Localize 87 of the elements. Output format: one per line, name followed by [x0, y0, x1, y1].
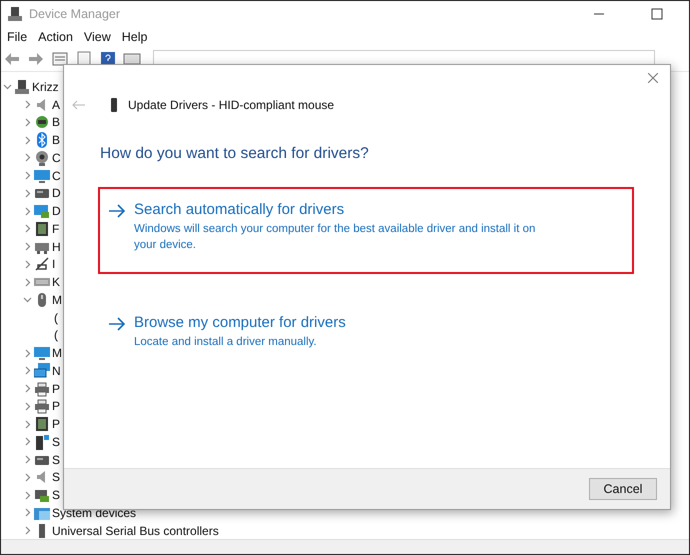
tree-item[interactable]: M [52, 346, 62, 360]
back-icon[interactable] [3, 51, 21, 67]
expander-icon[interactable] [23, 278, 32, 287]
tree-item[interactable]: ( [54, 310, 58, 325]
back-arrow-icon[interactable] [72, 100, 86, 110]
webcam-icon [34, 150, 50, 166]
chip-icon [34, 220, 50, 237]
network-icon [34, 362, 50, 379]
tree-item[interactable]: A [52, 98, 60, 112]
expander-icon[interactable] [23, 171, 32, 180]
tree-item[interactable]: ( [54, 328, 58, 342]
tree-item[interactable]: N [52, 364, 61, 378]
expander-icon[interactable] [23, 188, 32, 198]
expander-icon[interactable] [23, 366, 32, 376]
maximize-icon[interactable] [651, 8, 663, 20]
cancel-button[interactable]: Cancel [589, 478, 657, 500]
tree-item[interactable]: Krizz [32, 80, 59, 94]
menu-item[interactable]: Help [118, 30, 154, 44]
display-adapter-icon [34, 203, 50, 220]
bluetooth-icon [34, 132, 50, 148]
driver-option[interactable]: Browse my computer for drivers Locate and install a driver manually. [98, 300, 634, 364]
driver-option[interactable]: Search automatically for drivers Windows will search your computer for the best available driver and install it on your device. [98, 187, 634, 274]
close-icon[interactable] [648, 73, 658, 83]
expander-icon[interactable] [23, 224, 32, 234]
option-description: Locate and install a driver manually. [134, 335, 318, 350]
tree-item[interactable]: K [52, 275, 60, 290]
forward-icon[interactable] [27, 51, 45, 67]
tree-item[interactable]: I [52, 257, 56, 272]
tree-item[interactable]: S [52, 488, 60, 502]
dialog-heading: How do you want to search for drivers? [100, 145, 370, 163]
expander-icon[interactable] [3, 82, 12, 92]
computer-icon [7, 6, 23, 22]
expander-icon[interactable] [23, 295, 32, 304]
tower-icon [34, 434, 50, 450]
expander-icon[interactable] [23, 508, 32, 518]
expander-icon[interactable] [23, 100, 32, 110]
window-title: Device Manager [29, 7, 122, 21]
printer-icon [34, 380, 50, 397]
printer-icon [34, 398, 50, 414]
expander-icon[interactable] [23, 455, 32, 464]
arrow-icon [108, 204, 126, 218]
chip-icon [34, 416, 50, 432]
tree-item[interactable]: P [52, 399, 60, 414]
monitor-icon [34, 345, 50, 362]
device-icon [108, 98, 120, 112]
tree-item[interactable]: C [52, 168, 61, 183]
tree-item[interactable]: B [52, 115, 60, 130]
tree-item[interactable]: M [52, 292, 62, 307]
menu-item[interactable]: View [80, 30, 118, 44]
expander-icon[interactable] [23, 153, 32, 162]
expander-icon[interactable] [23, 136, 32, 145]
option-title: Browse my computer for drivers [134, 314, 346, 331]
expander-icon[interactable] [23, 242, 32, 252]
expander-icon[interactable] [23, 348, 32, 358]
arrow-icon [108, 317, 126, 331]
tree-item[interactable]: H [52, 240, 61, 254]
tree-item[interactable]: S [52, 452, 60, 467]
tree-item[interactable]: P [52, 417, 60, 432]
expander-icon[interactable] [23, 118, 32, 127]
tree-item[interactable]: System devices [52, 506, 136, 520]
tree-item[interactable]: D [52, 204, 61, 218]
expander-icon[interactable] [23, 402, 32, 411]
expander-icon[interactable] [23, 437, 32, 446]
expander-icon[interactable] [23, 384, 32, 394]
tree-item[interactable]: P [52, 382, 60, 396]
expander-icon[interactable] [23, 490, 32, 500]
menu-item[interactable]: Action [34, 30, 80, 44]
tree-item[interactable]: D [52, 186, 61, 200]
properties-icon[interactable] [51, 51, 69, 67]
tree-item[interactable]: B [52, 133, 60, 148]
computer-icon [14, 78, 30, 95]
expander-icon[interactable] [23, 206, 32, 216]
screen-icon[interactable] [123, 51, 141, 67]
tree-item[interactable]: S [52, 434, 60, 449]
menu-item[interactable]: File [3, 30, 34, 44]
monitor-icon [34, 168, 50, 184]
option-description: Windows will search your computer for the best available driver and install it on your device. [134, 222, 536, 254]
tree-item[interactable]: C [52, 150, 61, 165]
dialog-title: Update Drivers - HID-compliant mouse [128, 98, 334, 112]
option-title: Search automatically for drivers [134, 201, 346, 218]
expander-icon[interactable] [23, 260, 32, 269]
expander-icon[interactable] [23, 420, 32, 429]
tree-item[interactable]: F [52, 222, 60, 236]
expander-icon[interactable] [23, 526, 32, 536]
tree-item[interactable]: S [52, 470, 60, 484]
expander-icon[interactable] [23, 472, 32, 482]
tree-item[interactable]: Universal Serial Bus controllers [52, 524, 219, 538]
